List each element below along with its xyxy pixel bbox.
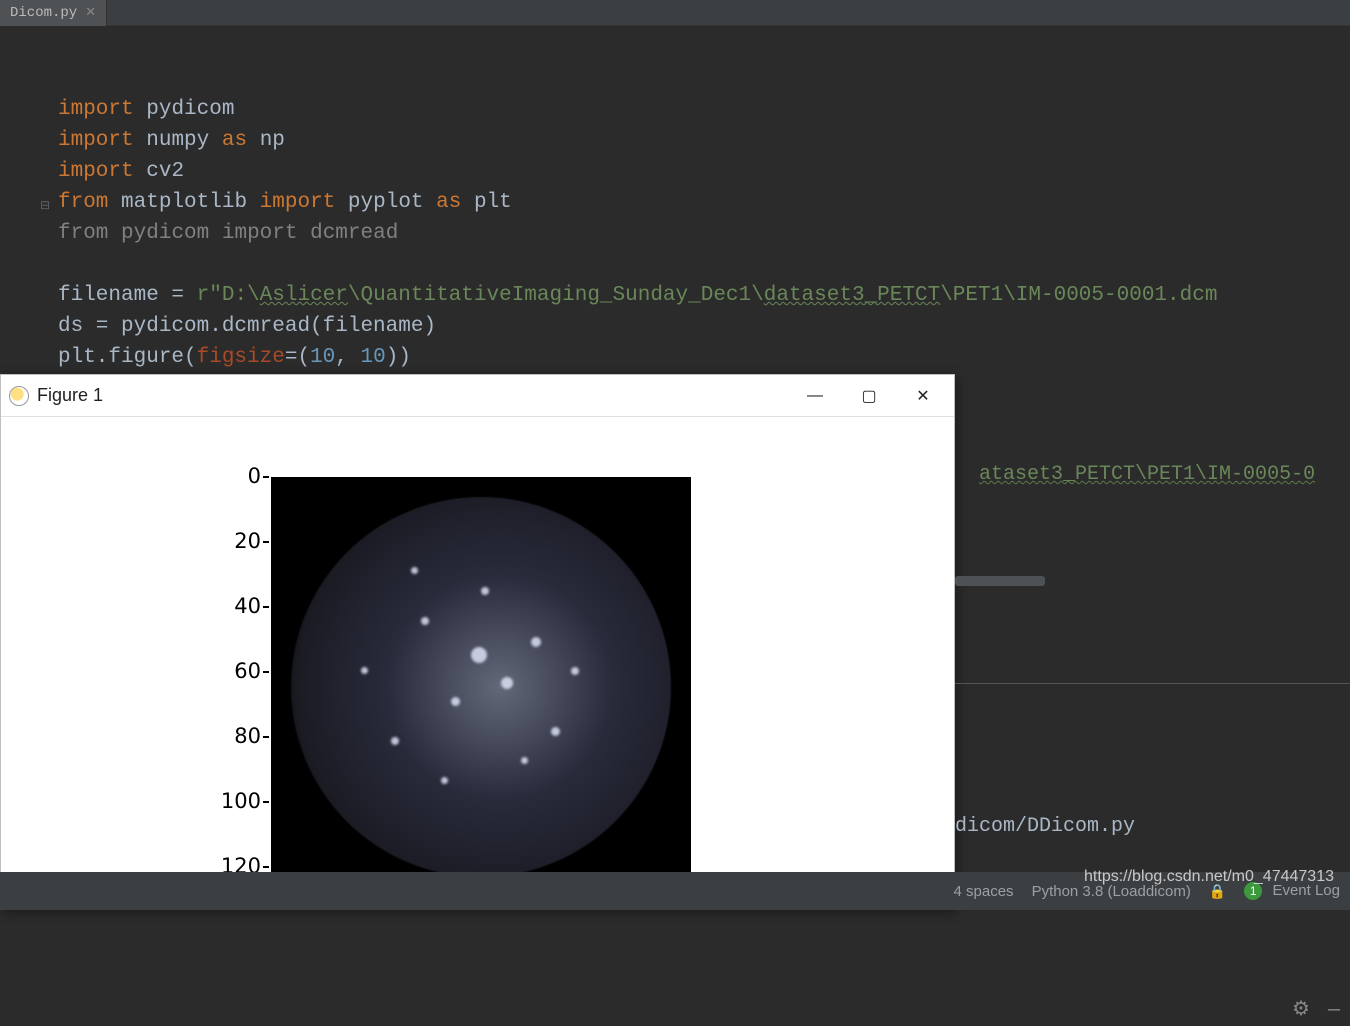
code-token: as: [222, 129, 247, 152]
editor-tab-bar: Dicom.py ✕: [0, 0, 1350, 26]
run-path: dicom/DDicom.py: [955, 812, 1350, 842]
code-token: 10: [361, 346, 386, 369]
minimize-panel-icon[interactable]: —: [1328, 996, 1340, 1026]
code-token: plt: [474, 191, 512, 214]
panel-divider: [955, 666, 1350, 684]
code-token: import: [58, 129, 134, 152]
code-token: \PET1\IM-0005-0001.dcm: [940, 284, 1217, 307]
side-panel: ataset3_PETCT\PET1\IM-0005-0 ⚙ — dicom/D…: [955, 420, 1350, 872]
minimize-button[interactable]: —: [792, 376, 838, 416]
status-bar: 4 spaces Python 3.8 (Loaddicom) 1 Event …: [0, 872, 1350, 910]
maximize-button[interactable]: ▢: [846, 376, 892, 416]
event-log-label: Event Log: [1272, 882, 1340, 899]
file-tab-label: Dicom.py: [10, 5, 77, 21]
close-button[interactable]: ✕: [900, 376, 946, 416]
y-tick-label: 40: [191, 594, 261, 618]
y-tick-label: 80: [191, 724, 261, 748]
code-token: from: [58, 222, 108, 245]
figure-title: Figure 1: [37, 385, 784, 406]
code-token: pyplot: [348, 191, 424, 214]
code-token: figsize: [197, 346, 285, 369]
code-token: import: [222, 222, 298, 245]
status-interpreter[interactable]: Python 3.8 (Loaddicom): [1032, 883, 1191, 900]
code-token: \QuantitativeImaging_Sunday_Dec1\: [348, 284, 764, 307]
code-token: Aslicer: [260, 284, 348, 307]
code-token: ,: [335, 346, 360, 369]
code-token: 10: [310, 346, 335, 369]
code-token: matplotlib: [121, 191, 247, 214]
code-token: from: [58, 191, 108, 214]
code-token: dcmread: [310, 222, 398, 245]
code-token: r: [197, 284, 210, 307]
code-token: =(: [285, 346, 310, 369]
close-tab-icon[interactable]: ✕: [85, 5, 96, 20]
code-token: pydicom: [121, 222, 209, 245]
figure-app-icon: [9, 386, 29, 406]
code-token: cv2: [146, 160, 184, 183]
y-tick-label: 0: [191, 464, 261, 488]
code-token: dataset3_PETCT: [764, 284, 940, 307]
figure-titlebar[interactable]: Figure 1 — ▢ ✕: [1, 375, 954, 417]
y-tick-label: 100: [191, 789, 261, 813]
lock-icon[interactable]: [1209, 883, 1226, 900]
code-token: np: [260, 129, 285, 152]
file-tab[interactable]: Dicom.py ✕: [0, 0, 107, 26]
code-token: numpy: [146, 129, 209, 152]
y-tick-label: 60: [191, 659, 261, 683]
plot-image: [271, 477, 691, 897]
code-token: filename =: [58, 284, 197, 307]
y-tick-label: 20: [191, 529, 261, 553]
code-token: )): [386, 346, 411, 369]
scrollbar-thumb[interactable]: [955, 576, 1045, 586]
event-count-badge: 1: [1244, 882, 1262, 900]
code-token: import: [58, 160, 134, 183]
code-token: as: [436, 191, 461, 214]
code-token: plt.figure(: [58, 346, 197, 369]
figure-window: Figure 1 — ▢ ✕ 0 20 40 60 80 100 120: [0, 374, 955, 910]
code-token: "D:\: [209, 284, 259, 307]
code-token: ds = pydicom.dcmread(filename): [58, 315, 436, 338]
code-token: pydicom: [146, 98, 234, 121]
code-fragment: ataset3_PETCT\PET1\IM-0005-0: [979, 463, 1315, 486]
code-token: import: [260, 191, 336, 214]
status-indent[interactable]: 4 spaces: [954, 883, 1014, 900]
plot-area: 0 20 40 60 80 100 120: [201, 477, 701, 917]
code-token: import: [58, 98, 134, 121]
event-log-button[interactable]: 1 Event Log: [1244, 882, 1340, 900]
fold-icon[interactable]: ⊟: [40, 191, 50, 222]
gear-icon[interactable]: ⚙: [1292, 996, 1310, 1026]
